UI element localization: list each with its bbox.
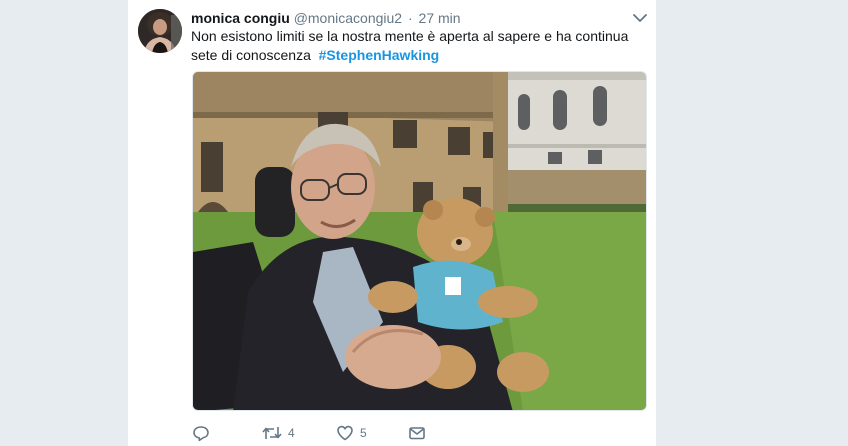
avatar[interactable] [138,9,182,53]
timestamp[interactable]: 27 min [419,10,461,26]
envelope-icon [408,424,426,442]
like-count: 5 [360,426,367,440]
retweet-button[interactable]: 4 [262,424,295,442]
retweet-icon [262,424,282,442]
username[interactable]: @monicacongiu2 [294,10,402,26]
display-name[interactable]: monica congiu [191,10,290,26]
reply-icon [192,424,210,442]
hashtag-link[interactable]: #StephenHawking [319,47,440,63]
chevron-down-icon[interactable] [632,11,648,25]
like-button[interactable]: 5 [336,424,367,442]
tweet-header: monica congiu @monicacongiu2 · 27 min [191,9,461,27]
tweet-card[interactable]: monica congiu @monicacongiu2 · 27 min No… [127,0,657,446]
retweet-count: 4 [288,426,295,440]
heart-icon [336,424,354,442]
direct-message-button[interactable] [408,424,426,442]
tweet-text: Non esistono limiti se la nostra mente è… [191,27,641,65]
reply-button[interactable] [192,424,210,442]
separator-dot: · [407,10,413,26]
tweet-photo[interactable] [192,71,647,411]
tweet-actions: 4 5 [192,424,492,442]
